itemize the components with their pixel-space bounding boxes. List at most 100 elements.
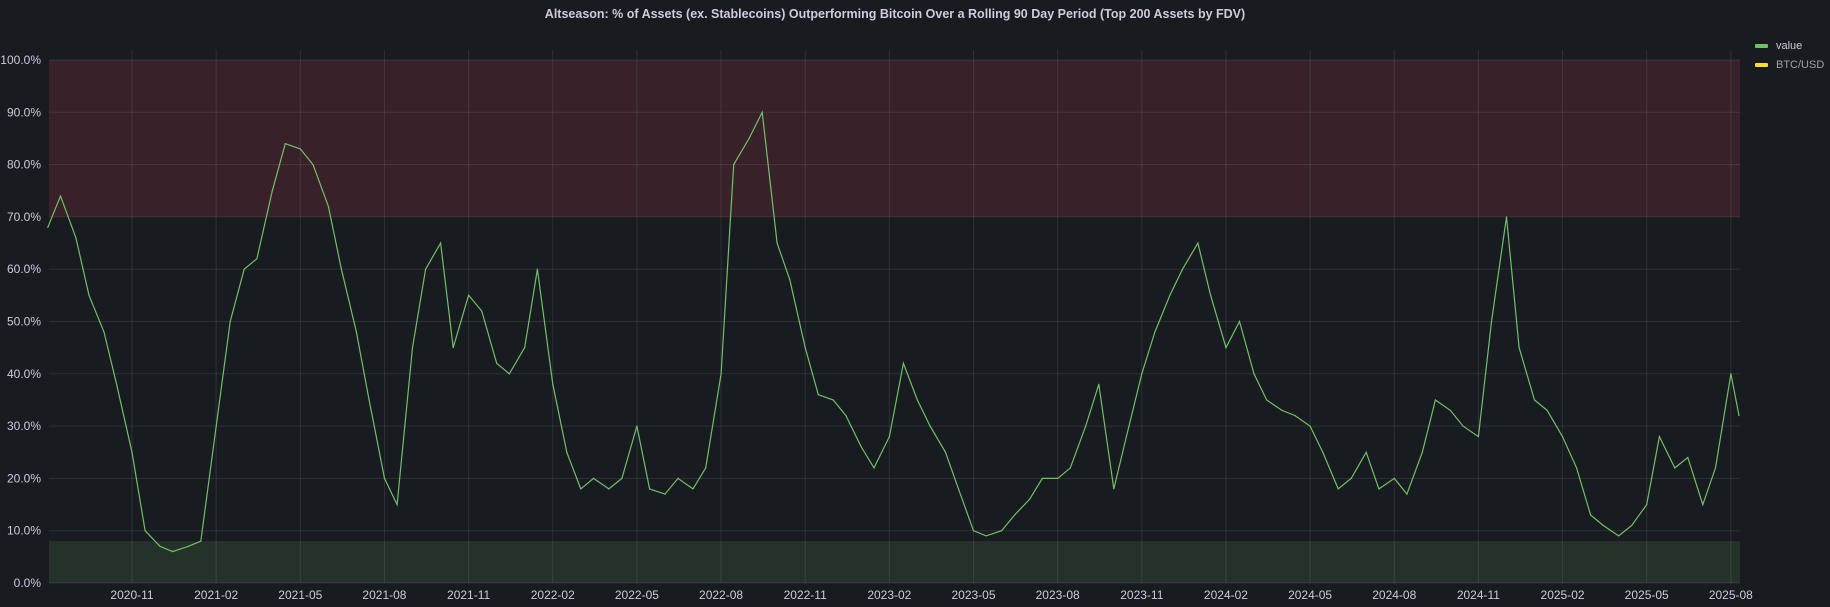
data-point bbox=[1421, 451, 1423, 453]
x-tick-label: 2020-11 bbox=[110, 588, 153, 602]
data-point bbox=[1000, 530, 1003, 532]
x-tick-label: 2025-05 bbox=[1625, 588, 1669, 602]
data-point bbox=[592, 477, 595, 479]
data-point bbox=[47, 226, 49, 228]
data-point bbox=[368, 399, 370, 401]
data-point bbox=[664, 493, 666, 495]
data-point bbox=[396, 503, 398, 506]
x-tick-label: 2022-08 bbox=[699, 588, 743, 602]
data-point bbox=[1085, 425, 1087, 427]
data-point bbox=[327, 205, 329, 208]
data-point bbox=[1057, 477, 1059, 479]
data-point bbox=[1365, 451, 1367, 453]
data-point bbox=[75, 237, 77, 239]
data-point bbox=[103, 331, 105, 333]
x-tick-label: 2024-02 bbox=[1204, 588, 1248, 602]
data-point bbox=[468, 294, 470, 296]
data-point bbox=[411, 347, 414, 349]
data-point bbox=[761, 111, 763, 113]
data-point bbox=[1687, 456, 1689, 459]
y-tick-label: 70.0% bbox=[7, 210, 41, 224]
data-point bbox=[929, 425, 931, 427]
y-tick-label: 80.0% bbox=[7, 158, 41, 172]
data-point bbox=[552, 383, 554, 385]
data-point bbox=[1618, 535, 1620, 537]
data-point bbox=[200, 540, 202, 542]
data-point bbox=[902, 362, 904, 364]
legend-swatch-value bbox=[1755, 43, 1768, 48]
data-point bbox=[1533, 399, 1536, 401]
data-point bbox=[1658, 435, 1660, 438]
data-point bbox=[1337, 488, 1339, 490]
data-point bbox=[1449, 409, 1451, 412]
data-point bbox=[1294, 415, 1296, 417]
x-tick-label: 2023-05 bbox=[951, 588, 995, 602]
data-point bbox=[888, 435, 890, 438]
data-point bbox=[621, 477, 623, 479]
data-point bbox=[1014, 514, 1016, 516]
data-point bbox=[1590, 514, 1592, 516]
data-point bbox=[172, 551, 174, 553]
x-tick-label: 2022-05 bbox=[615, 588, 659, 602]
x-tick-label: 2024-11 bbox=[1457, 588, 1500, 602]
data-point bbox=[916, 399, 919, 401]
data-point bbox=[1181, 268, 1184, 270]
y-tick-label: 90.0% bbox=[7, 105, 41, 119]
data-point bbox=[748, 137, 750, 140]
data-point bbox=[1098, 383, 1100, 385]
data-point bbox=[860, 446, 862, 448]
x-tick-label: 2021-02 bbox=[194, 588, 238, 602]
x-tick-label: 2021-11 bbox=[447, 588, 490, 602]
data-point bbox=[524, 347, 526, 349]
data-point bbox=[733, 164, 735, 166]
x-tick-label: 2024-05 bbox=[1288, 588, 1332, 602]
y-tick-label: 40.0% bbox=[7, 367, 41, 381]
legend-item-btc-usd[interactable]: BTC/USD bbox=[1755, 55, 1824, 74]
data-point bbox=[1041, 477, 1043, 479]
data-point bbox=[496, 362, 498, 364]
data-point bbox=[804, 347, 806, 349]
chart-plot: 0.0% 10.0% 20.0% 30.0% 40.0% 50.0% 60.0% 70.0% 8… bbox=[0, 50, 1753, 602]
x-tick-label: 2022-02 bbox=[531, 588, 575, 602]
data-point bbox=[1238, 320, 1241, 323]
data-point bbox=[355, 331, 357, 333]
data-point bbox=[508, 373, 510, 375]
x-tick-label: 2022-11 bbox=[784, 588, 827, 602]
legend-item-value[interactable]: value bbox=[1755, 36, 1824, 55]
legend-swatch-btc-usd bbox=[1755, 62, 1768, 67]
data-point bbox=[481, 310, 483, 312]
x-tick-label: 2024-08 bbox=[1372, 588, 1416, 602]
data-point bbox=[144, 530, 146, 532]
y-tick-label: 100.0% bbox=[0, 53, 41, 67]
data-point bbox=[1490, 320, 1493, 323]
data-point bbox=[187, 545, 189, 547]
data-point bbox=[1266, 399, 1268, 401]
data-point bbox=[1602, 524, 1604, 527]
legend-label: value bbox=[1776, 39, 1803, 52]
data-point bbox=[1546, 409, 1548, 412]
x-tick-label: 2021-05 bbox=[278, 588, 322, 602]
legend: value BTC/USD bbox=[1755, 36, 1824, 74]
data-point bbox=[312, 164, 314, 166]
threshold-band bbox=[49, 541, 1740, 583]
data-point bbox=[229, 320, 231, 323]
data-point bbox=[88, 294, 90, 296]
data-point bbox=[1125, 435, 1128, 438]
data-point bbox=[439, 242, 442, 244]
data-point bbox=[1069, 467, 1071, 469]
y-tick-label: 50.0% bbox=[7, 315, 41, 329]
data-point bbox=[845, 415, 847, 417]
y-tick-label: 30.0% bbox=[7, 419, 41, 433]
data-point bbox=[1378, 488, 1380, 490]
x-tick-label: 2023-08 bbox=[1036, 588, 1080, 602]
data-point bbox=[215, 425, 217, 427]
data-point bbox=[608, 488, 610, 490]
data-point bbox=[131, 451, 133, 453]
data-point bbox=[1225, 347, 1227, 349]
data-point bbox=[1029, 498, 1031, 500]
data-point bbox=[424, 268, 427, 270]
data-point bbox=[59, 195, 62, 197]
data-point bbox=[1646, 503, 1648, 506]
data-point bbox=[1702, 503, 1704, 506]
data-point bbox=[1169, 294, 1171, 296]
